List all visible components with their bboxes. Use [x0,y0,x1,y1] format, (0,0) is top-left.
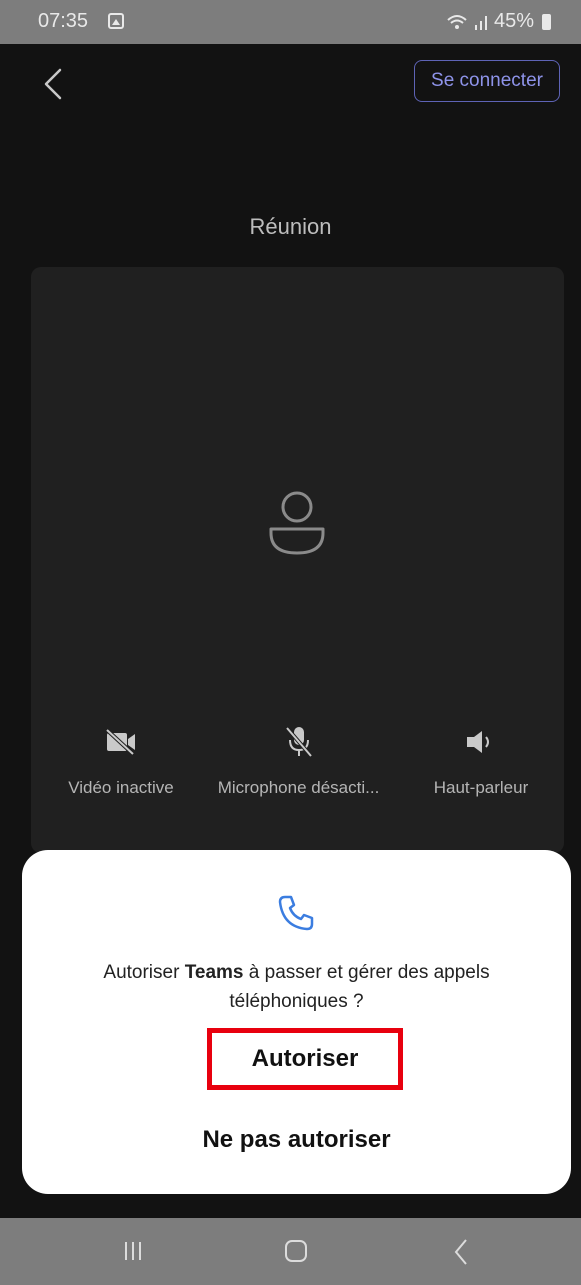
deny-button[interactable]: Ne pas autoriser [22,1110,571,1170]
video-off-icon [105,728,135,756]
video-toggle-label: Vidéo inactive [68,778,174,797]
person-avatar-icon [269,491,325,555]
speaker-toggle[interactable]: Haut-parleur [411,722,551,798]
battery-percent: 45% [493,10,534,32]
nav-back-icon[interactable] [452,1236,470,1268]
recent-apps-icon[interactable] [120,1238,146,1264]
microphone-toggle-label: Microphone désacti... [217,778,380,797]
wifi-icon [447,14,467,29]
speaker-toggle-label: Haut-parleur [433,778,529,797]
phone-icon [278,895,314,931]
gallery-notification-icon [108,13,124,29]
meeting-title: Réunion [249,214,332,239]
app-name: Teams [184,962,244,983]
message-prefix: Autoriser [103,962,185,983]
battery-icon [542,13,551,30]
video-toggle[interactable]: Vidéo inactive [51,722,191,798]
sign-in-button[interactable]: Se connecter [414,60,560,102]
signal-icon [474,15,487,30]
message-suffix: à passer et gérer des appels téléphoniqu… [229,962,490,1012]
microphone-toggle[interactable]: Microphone désacti... [206,722,391,798]
status-time: 07:35 [38,10,89,32]
status-bar: 07:35 45% [0,0,581,44]
system-nav-bar [0,1218,581,1285]
home-icon[interactable] [285,1240,307,1262]
video-preview-tile: Vidéo inactive Microphone désacti... Hau… [31,267,564,853]
allow-button[interactable]: Autoriser [207,1028,403,1090]
permission-dialog: Autoriser Teams à passer et gérer des ap… [22,850,571,1194]
speaker-icon [467,731,489,753]
permission-message: Autoriser Teams à passer et gérer des ap… [52,958,541,1016]
status-right: 45% [446,10,551,33]
back-arrow-icon[interactable] [40,66,70,102]
mic-off-icon [284,726,313,758]
